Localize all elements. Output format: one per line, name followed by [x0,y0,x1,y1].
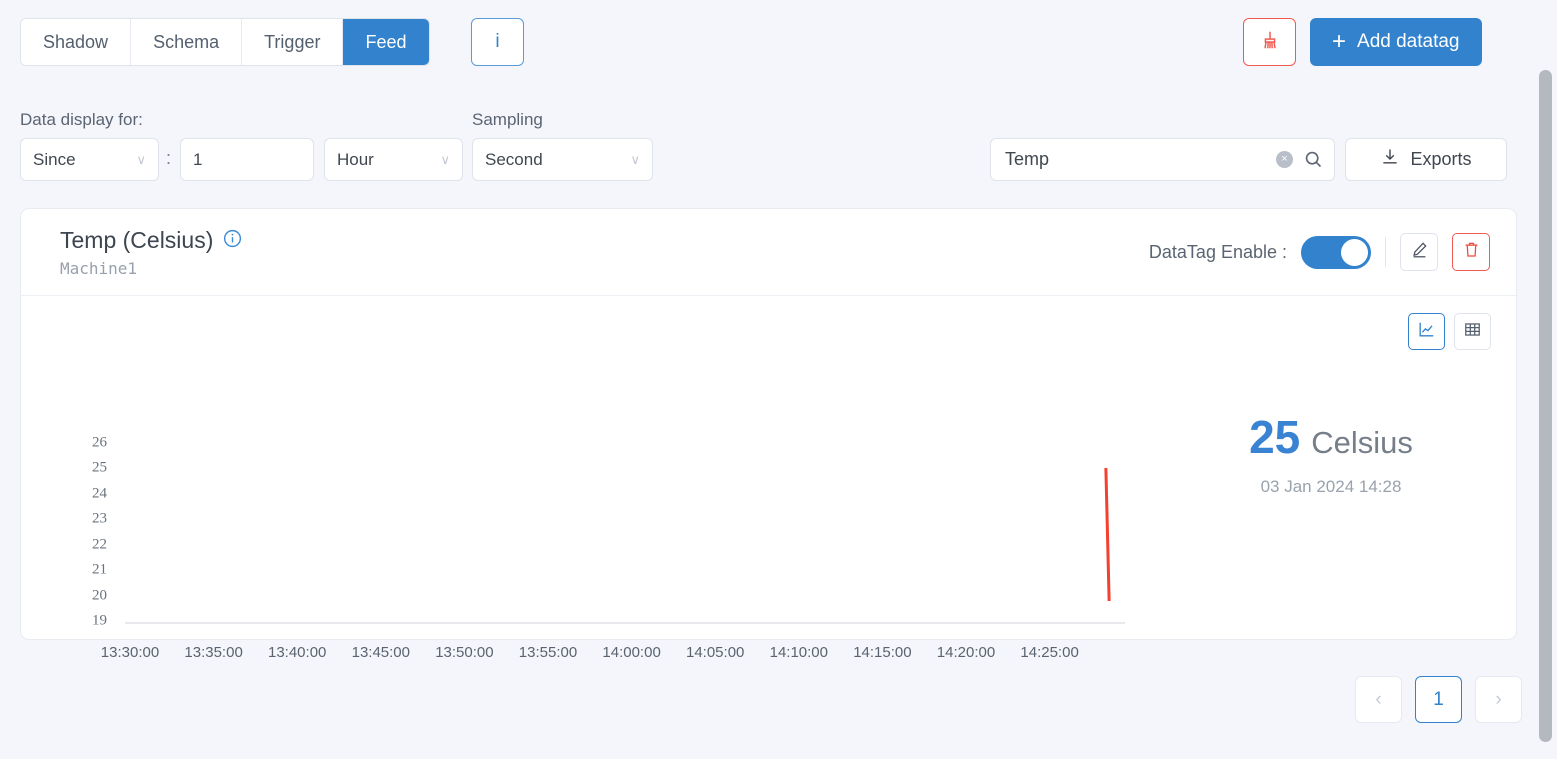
current-unit: Celsius [1311,424,1413,460]
pagination-next[interactable]: › [1475,676,1522,723]
duration-input-value: 1 [193,149,203,169]
search-box[interactable]: Temp × [990,138,1335,181]
sampling-select-value: Second [485,149,543,169]
data-display-label: Data display for: [20,110,143,129]
scrollbar-thumb[interactable] [1539,70,1552,742]
y-axis-tick: 19 [92,612,107,629]
y-axis-tick: 21 [92,561,107,578]
card-header: Temp (Celsius) Machine1 DataTag Enable : [21,209,1516,296]
filter-separator: : [166,148,172,168]
pencil-icon [1410,240,1429,264]
unit-select[interactable]: Hour ∨ [324,138,463,181]
datatag-card: Temp (Celsius) Machine1 DataTag Enable : [20,208,1517,661]
search-input[interactable]: Temp [1005,149,1276,170]
x-axis-line [125,622,1125,624]
duration-input[interactable]: 1 [180,138,314,181]
exports-label: Exports [1410,149,1472,169]
datatag-title: Temp (Celsius) [60,227,243,254]
datatag-name: Temp (Celsius) [60,227,214,253]
chevron-down-icon: ∨ [630,151,640,167]
exports-button[interactable]: Exports [1345,138,1507,181]
x-axis-tick: 14:25:00 [1020,644,1079,661]
x-axis-tick: 13:40:00 [267,644,327,661]
unit-select-value: Hour [337,149,374,169]
chevron-down-icon: ∨ [440,151,450,167]
plus-icon: + [1332,28,1347,55]
broom-icon [1259,29,1281,56]
pagination: ‹ 1 › [1355,676,1522,723]
y-axis-tick: 25 [92,459,107,476]
pagination-prev[interactable]: ‹ [1355,676,1402,723]
since-select-value: Since [33,149,76,169]
sampling-select[interactable]: Second ∨ [472,138,653,181]
since-select[interactable]: Since ∨ [20,138,159,181]
series-line-temp [1104,468,1111,601]
y-axis-tick: 23 [92,510,107,527]
tab-shadow[interactable]: Shadow [21,19,132,65]
y-axis-labels: 26 25 24 23 22 21 20 19 [63,296,107,640]
tab-group: Shadow Schema Trigger Feed [20,18,430,66]
datatag-controls: DataTag Enable : [1149,233,1490,271]
divider [1385,237,1386,267]
y-axis-tick: 26 [92,434,107,451]
chart-plot: 26 25 24 23 22 21 20 19 13:30:00 13:35:00 13:40:0… [21,296,1181,661]
info-button[interactable]: i [471,18,524,66]
x-axis-tick: 14:20:00 [936,644,996,661]
datatag-enable-label: DataTag Enable : [1148,241,1287,262]
y-axis-tick: 22 [92,536,107,553]
y-axis-tick: 24 [92,485,107,502]
tab-trigger[interactable]: Trigger [242,19,344,65]
x-axis-tick: 13:35:00 [184,644,243,661]
chevron-down-icon: ∨ [136,151,146,167]
page-scrollbar[interactable] [1535,0,1557,759]
tab-schema[interactable]: Schema [131,19,243,65]
datatag-enable-toggle[interactable] [1301,235,1371,269]
edit-datatag-button[interactable] [1400,233,1438,271]
current-value: 25 [1249,410,1301,463]
clear-all-button[interactable] [1243,18,1296,66]
download-icon [1380,147,1400,172]
value-row: 25 Celsius [1249,410,1413,464]
x-axis-tick: 13:45:00 [351,644,410,661]
tab-feed[interactable]: Feed [343,19,429,65]
x-axis-tick: 14:10:00 [769,644,828,661]
add-datatag-button[interactable]: + Add datatag [1310,18,1482,66]
x-axis-tick: 13:55:00 [518,644,578,661]
add-datatag-label: Add datatag [1357,31,1460,52]
y-axis-tick: 20 [92,587,107,604]
current-timestamp: 03 Jan 2024 14:28 [1260,476,1402,496]
delete-datatag-button[interactable] [1452,233,1490,271]
sampling-label: Sampling [472,110,543,129]
x-axis-tick: 14:05:00 [685,644,745,661]
pagination-page-1[interactable]: 1 [1415,676,1462,723]
trash-icon [1462,240,1481,264]
x-axis-tick: 13:50:00 [435,644,494,661]
top-toolbar: Shadow Schema Trigger Feed i + Add datat… [0,0,1537,84]
clear-search-icon[interactable]: × [1276,151,1293,168]
x-axis-tick: 13:30:00 [100,644,160,661]
datatag-device: Machine1 [60,259,138,278]
x-axis-labels: 13:30:00 13:35:00 13:40:00 13:45:00 13:50:00… [81,644,1131,674]
toggle-knob [1341,238,1368,266]
x-axis-tick: 14:00:00 [602,644,661,661]
current-value-readout: 25 Celsius 03 Jan 2024 14:28 [1181,296,1481,640]
search-icon[interactable] [1303,149,1324,170]
info-circle-icon[interactable] [222,228,243,254]
app-page: Shadow Schema Trigger Feed i + Add datat… [0,0,1557,759]
x-axis-tick: 14:15:00 [853,644,912,661]
chart-area: 26 25 24 23 22 21 20 19 13:30:00 13:35:00 13:40:0… [21,296,1516,661]
